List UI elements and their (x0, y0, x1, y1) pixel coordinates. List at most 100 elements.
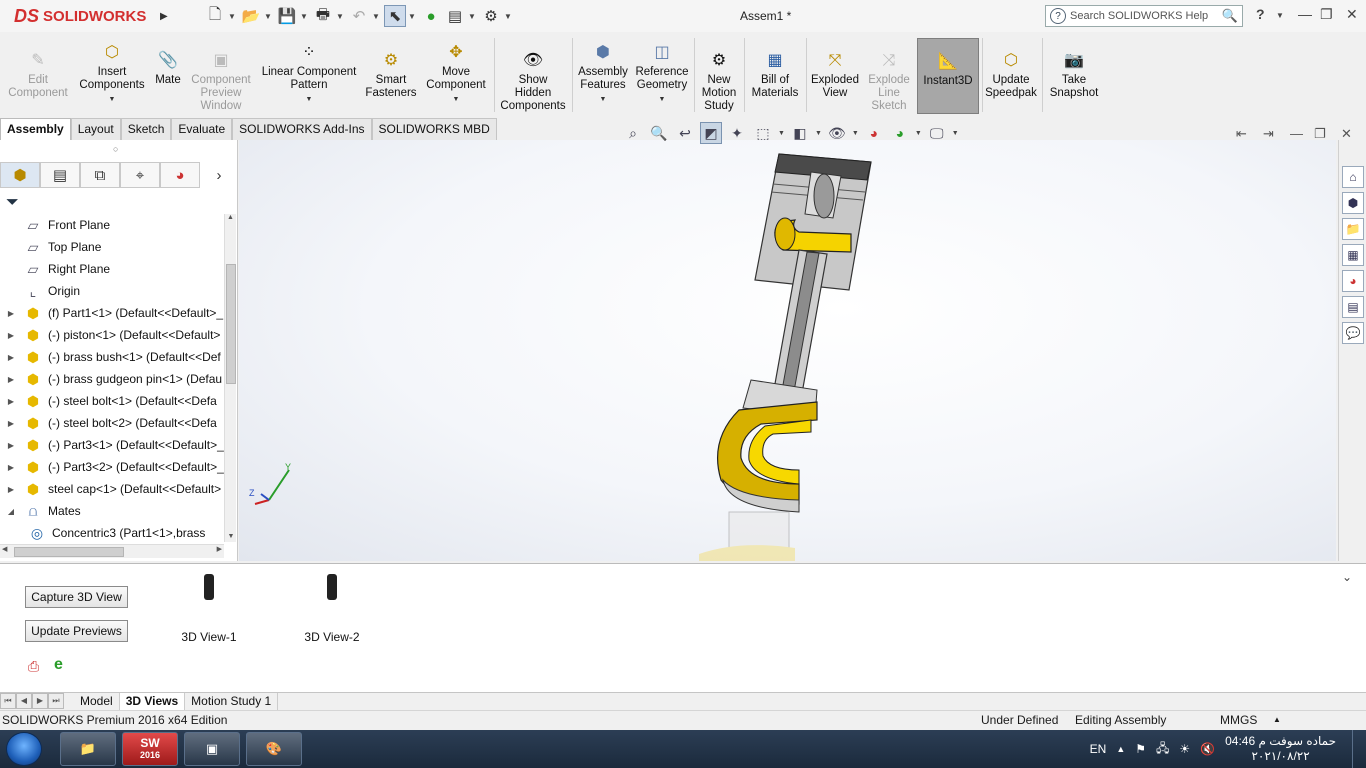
publish-edrawings-icon[interactable]: e (54, 656, 63, 674)
solidworks-resources-home-icon[interactable]: ⌂ (1342, 166, 1364, 188)
panel-grip-icon[interactable]: ○ (113, 144, 118, 154)
graphics-area[interactable]: Y Z (239, 140, 1336, 561)
big-end-bearing-part[interactable] (717, 401, 818, 513)
assembly-features-button[interactable]: ⬢ Assembly Features ▼ (576, 42, 630, 106)
smart-fasteners-button[interactable]: ⚙ Smart Fasteners (364, 50, 418, 100)
tab-layout[interactable]: Layout (70, 118, 121, 140)
tree-item-origin[interactable]: ⌞ Origin (0, 280, 224, 302)
expand-arrow-icon[interactable]: ▶ (4, 419, 18, 428)
solidworks-logo[interactable]: DS SOLIDWORKS (0, 0, 160, 32)
linear-pattern-dropdown-icon[interactable]: ▼ (258, 93, 360, 106)
new-document-icon[interactable]: 🗋 (204, 5, 226, 27)
tree-item-part1[interactable]: ▶ ⬢ (f) Part1<1> (Default<<Default>_ (0, 302, 224, 324)
tree-item-part3-2[interactable]: ▶ ⬢ (-) Part3<2> (Default<<Default>_ (0, 456, 224, 478)
view-orientation-dropdown-icon[interactable]: ▼ (778, 130, 785, 137)
expand-arrow-icon[interactable]: ▶ (4, 309, 18, 318)
solidworks-forum-icon[interactable]: 💬 (1342, 322, 1364, 344)
windows-start-icon[interactable] (6, 732, 42, 766)
collapse-panel-chevron-icon[interactable]: ⌄ (1342, 570, 1352, 584)
apply-scene-dropdown-icon[interactable]: ▼ (915, 130, 922, 137)
publish-pdf-icon[interactable]: ⎙ (28, 658, 39, 675)
exploded-view-button[interactable]: ⤧ Exploded View (808, 50, 862, 100)
tab-evaluate[interactable]: Evaluate (171, 118, 233, 140)
tree-vertical-scrollbar[interactable]: ▲ ▼ (224, 214, 236, 542)
custom-properties-icon[interactable]: ▤ (1342, 296, 1364, 318)
display-manager-tab-icon[interactable]: ◕ (160, 162, 200, 188)
show-hidden-components-button[interactable]: 👁 Show Hidden Components (498, 50, 568, 113)
configuration-manager-tab-icon[interactable]: ⧉ (80, 162, 120, 188)
capture-3d-view-button[interactable]: Capture 3D View (25, 586, 128, 608)
tab-solidworks-add-ins[interactable]: SOLIDWORKS Add-Ins (232, 118, 372, 140)
unit-system-dropdown-icon[interactable]: ▲ (1273, 711, 1281, 729)
solidworks-taskbar-button[interactable]: SW 2016 (122, 732, 178, 766)
dimxpert-manager-tab-icon[interactable]: ⌖ (120, 162, 160, 188)
3d-view-thumbnail[interactable]: 3D View-1 (169, 574, 249, 644)
tree-item-top-plane[interactable]: ▱ Top Plane (0, 236, 224, 258)
component-preview-window-button[interactable]: ▣ Component Preview Window (188, 50, 254, 113)
display-style-dropdown-icon[interactable]: ▼ (815, 130, 822, 137)
move-component-button[interactable]: ✥ Move Component ▼ (422, 42, 490, 106)
design-library-icon[interactable]: ⬢ (1342, 192, 1364, 214)
network-icon[interactable]: 🖧 (1156, 739, 1169, 760)
scroll-right-arrow-icon[interactable]: ▶ (217, 545, 222, 553)
bill-of-materials-button[interactable]: ▦ Bill of Materials (748, 50, 802, 100)
options-gear-icon[interactable]: ⚙ (480, 5, 502, 27)
move-component-dropdown-icon[interactable]: ▼ (422, 93, 490, 106)
hide-show-items-icon[interactable]: 👁 (826, 122, 848, 144)
instant3d-button[interactable]: 📐 Instant3D (917, 38, 979, 114)
scroll-left-arrow-icon[interactable]: ◀ (2, 545, 7, 553)
first-tab-arrow-icon[interactable]: ⏮ (0, 693, 16, 709)
expand-arrow-icon[interactable]: ▶ (4, 441, 18, 450)
show-hidden-icons-arrow-icon[interactable]: ▲ (1116, 744, 1125, 754)
explode-line-sketch-button[interactable]: ⤨ Explode Line Sketch (864, 50, 914, 113)
viewport-restore-icon[interactable]: ❐ (1314, 126, 1326, 142)
viewport-tile-left-icon[interactable]: ⇤ (1236, 126, 1247, 142)
feature-manager-tab-icon[interactable]: ⬢ (0, 162, 40, 188)
update-previews-button[interactable]: Update Previews (25, 620, 128, 642)
scroll-down-arrow-icon[interactable]: ▼ (225, 533, 237, 540)
section-view-icon[interactable]: ◩ (700, 122, 722, 144)
tree-item-steel-cap[interactable]: ▶ ⬢ steel cap<1> (Default<<Default> (0, 478, 224, 500)
mate-button[interactable]: 📎 Mate (150, 50, 186, 87)
apply-scene-icon[interactable]: ◕ (889, 122, 911, 144)
file-properties-icon[interactable]: ▤ (444, 5, 466, 27)
rebuild-traffic-light-icon[interactable]: ● (420, 5, 442, 27)
collapse-arrow-icon[interactable]: ◢ (4, 507, 18, 516)
undo-icon[interactable]: ↶ (348, 5, 370, 27)
view-settings-dropdown-icon[interactable]: ▼ (952, 130, 959, 137)
3d-view-thumbnail[interactable]: 3D View-2 (292, 574, 372, 644)
select-arrow-icon[interactable]: ⬉ (384, 5, 406, 27)
action-center-flag-icon[interactable]: ⚑ (1135, 742, 1146, 756)
display-style-icon[interactable]: ◧ (789, 122, 811, 144)
unit-system-selector[interactable]: MMGS (1220, 711, 1257, 729)
manager-tabs-more-icon[interactable]: › (200, 162, 238, 188)
expand-arrow-icon[interactable]: ▶ (4, 353, 18, 362)
reference-geometry-dropdown-icon[interactable]: ▼ (632, 93, 692, 106)
assembly-features-dropdown-icon[interactable]: ▼ (576, 93, 630, 106)
tab-solidworks-mbd[interactable]: SOLIDWORKS MBD (371, 118, 497, 140)
insert-components-dropdown-icon[interactable]: ▼ (76, 93, 148, 106)
minimize-window-icon[interactable]: — (1298, 6, 1312, 22)
undo-dropdown-icon[interactable]: ▼ (372, 12, 382, 21)
help-menu-button[interactable]: ? (1256, 6, 1265, 22)
view-settings-icon[interactable]: 🖵 (926, 122, 948, 144)
properties-dropdown-icon[interactable]: ▼ (468, 12, 478, 21)
viewport-minimize-icon[interactable]: — (1290, 126, 1303, 141)
linear-component-pattern-button[interactable]: ⁘ Linear Component Pattern ▼ (258, 42, 360, 106)
reference-geometry-button[interactable]: ◫ Reference Geometry ▼ (632, 42, 692, 106)
scroll-up-arrow-icon[interactable]: ▲ (225, 214, 236, 221)
connecting-rod-model[interactable] (239, 140, 1336, 561)
expand-arrow-icon[interactable]: ▶ (4, 331, 18, 340)
show-desktop-button[interactable] (1352, 730, 1366, 768)
expand-arrow-icon[interactable]: ▶ (4, 485, 18, 494)
view-orientation-icon[interactable]: ⬚ (752, 122, 774, 144)
hide-show-dropdown-icon[interactable]: ▼ (852, 130, 859, 137)
print-dropdown-icon[interactable]: ▼ (336, 12, 346, 21)
prev-tab-arrow-icon[interactable]: ◀ (16, 693, 32, 709)
tab-model[interactable]: Model (74, 693, 120, 711)
tab-motion-study-1[interactable]: Motion Study 1 (185, 693, 279, 711)
tree-item-steel-bolt-2[interactable]: ▶ ⬢ (-) steel bolt<2> (Default<<Defa (0, 412, 224, 434)
previous-view-icon[interactable]: ↩ (674, 122, 696, 144)
expand-arrow-icon[interactable]: ▶ (4, 375, 18, 384)
update-speedpak-button[interactable]: ⬡ Update Speedpak (984, 50, 1038, 100)
